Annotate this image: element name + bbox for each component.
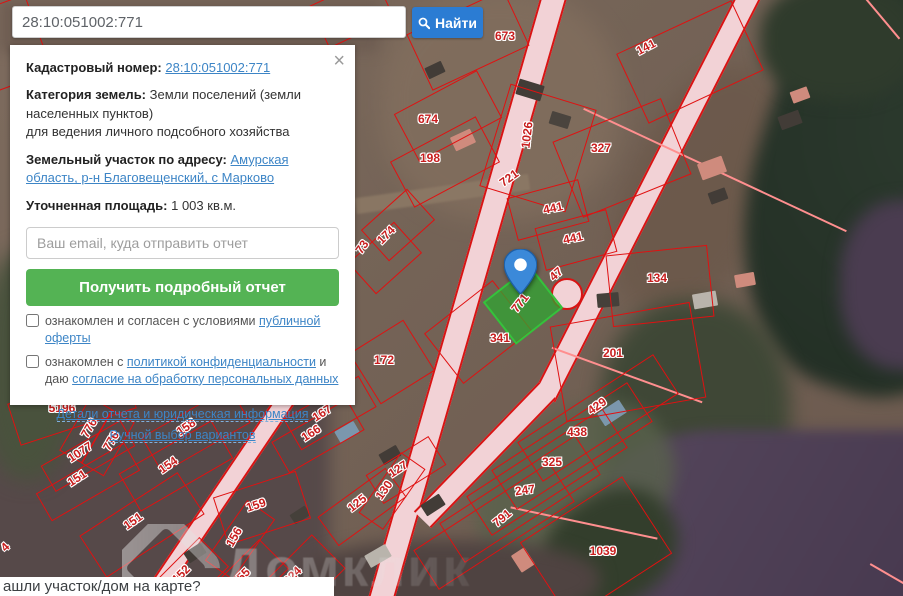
land-category-row: Категория земель: Земли поселений (земли… [26,86,339,141]
area-row: Уточненная площадь: 1 003 кв.м. [26,197,339,215]
area-label: Уточненная площадь: [26,197,168,213]
privacy-consent-text: ознакомлен с политикой конфиденциальност… [45,354,339,386]
offer-consent-row: ознакомлен и согласен с условиями публич… [26,313,339,347]
personal-data-link[interactable]: согласие на обработку персональных данны… [72,372,338,386]
parcel-number-label: 341 [489,331,511,345]
parcel-number-label: 247 [514,481,536,499]
parcel-number-label: 134 [646,271,668,285]
address-label: Земельный участок по адресу: [26,151,227,167]
land-usage-value: для ведения личного подсобного хозяйства [26,124,290,140]
parcel-number-label: 673 [494,29,516,43]
privacy-consent-row: ознакомлен с политикой конфиденциальност… [26,354,339,388]
location-pin-icon [503,248,538,299]
legal-links: Детали отчета и юридическая информация Р… [26,404,339,447]
offer-consent-text: ознакомлен и согласен с условиями публич… [45,314,321,346]
privacy-policy-link[interactable]: политикой конфиденциальности [127,355,316,369]
parcel-number-label: 674 [417,112,439,126]
parcel-number-label: 201 [602,346,624,360]
cadastral-search-input[interactable] [12,6,406,38]
land-category-label: Категория земель: [26,87,147,103]
screenshot-stage: 673 141 674 198 1026 327 721 441 441 134 47 771 341 2… [0,0,903,596]
bottom-question-bar[interactable]: ашли участок/дом на карте? [0,577,334,596]
search-icon [418,17,431,29]
parcel-number-label: 1039 [589,544,617,558]
cadastral-number-link[interactable]: 28:10:051002:771 [165,60,270,75]
parcel-number-label: 172 [373,353,395,367]
close-icon[interactable]: × [333,51,345,71]
search-button-label: Найти [435,14,477,31]
parcel-number-label: 198 [419,151,441,165]
address-row: Земельный участок по адресу: Амурская об… [26,151,339,188]
report-details-link[interactable]: Детали отчета и юридическая информация [56,406,309,422]
parcel-number-label: 325 [541,455,563,469]
get-report-button[interactable]: Получить подробный отчет [26,269,339,307]
parcel-info-panel: × Кадастровый номер: 28:10:051002:771 Ка… [10,45,355,443]
email-input[interactable] [26,227,339,260]
cadastral-number-row: Кадастровый номер: 28:10:051002:771 [26,59,339,77]
area-value: 1 003 кв.м. [171,197,237,213]
search-button[interactable]: Найти [412,7,483,38]
manual-choice-link[interactable]: Ручной выбор вариантов [109,427,256,443]
parcel-number-label: 438 [566,425,588,439]
cadastral-number-label: Кадастровый номер: [26,60,162,75]
parcel-number-label: 327 [590,141,612,155]
privacy-consent-checkbox[interactable] [26,354,39,368]
offer-consent-checkbox[interactable] [26,314,39,328]
